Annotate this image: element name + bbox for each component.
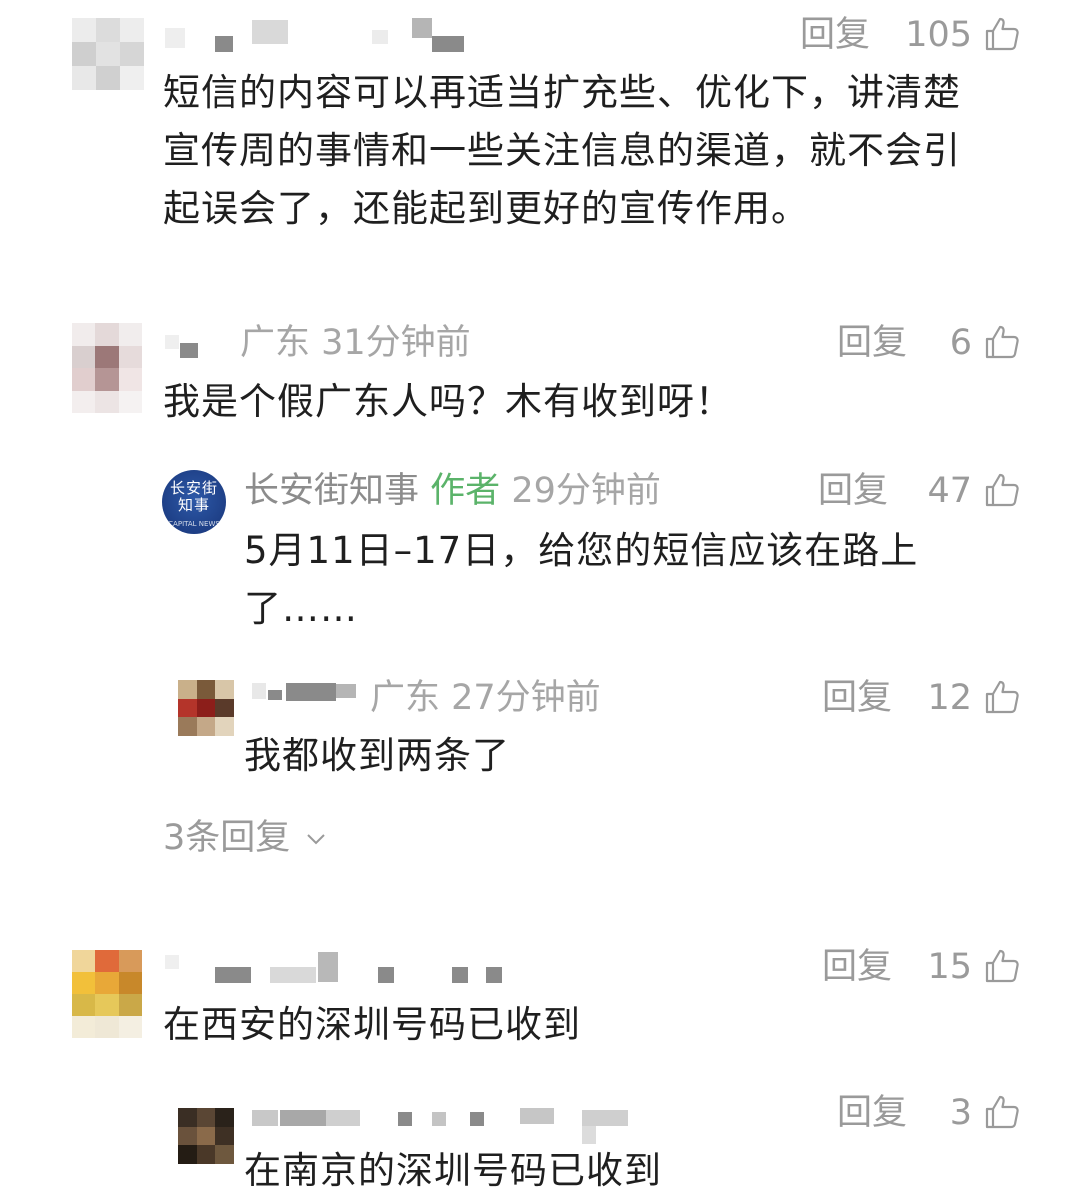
comment-text-line: 我是个假广东人吗？木有收到呀！	[163, 380, 733, 423]
reply-time: 29分钟前	[511, 471, 661, 511]
reply-text: 在南京的深圳号码已收到	[244, 1142, 1024, 1200]
like-count: 6	[949, 323, 972, 363]
comment-meta: 广东 31分钟前	[240, 323, 471, 363]
more-replies-label: 3条回复	[163, 818, 291, 858]
reply-meta: 长安街知事 作者 29分钟前	[244, 471, 661, 511]
comment-text-line: 宣传周的事情和一些关注信息的渠道，就不会引	[163, 129, 961, 172]
avatar-text: CAPITAL NEWS	[168, 520, 220, 528]
reply-button[interactable]: 回复	[837, 1093, 907, 1133]
thumbs-up-icon[interactable]	[984, 472, 1020, 508]
comment-text-line: 在西安的深圳号码已收到	[163, 1003, 581, 1046]
like-count: 15	[927, 947, 972, 987]
avatar-text: 长安街	[169, 479, 218, 497]
reply-text-line: 了……	[244, 587, 358, 630]
reply-text-line: 5月11日–17日，给您的短信应该在路上	[244, 529, 919, 572]
comment-text-line: 短信的内容可以再适当扩充些、优化下，讲清楚	[163, 71, 961, 114]
thumbs-up-icon[interactable]	[984, 679, 1020, 715]
thumbs-up-icon[interactable]	[984, 324, 1020, 360]
avatar[interactable]	[72, 950, 142, 1038]
chevron-down-icon	[307, 834, 326, 845]
comment-text: 短信的内容可以再适当扩充些、优化下，讲清楚 宣传周的事情和一些关注信息的渠道，就…	[163, 64, 1043, 238]
avatar-text: 知事	[177, 496, 210, 514]
reply-text-line: 在南京的深圳号码已收到	[244, 1149, 662, 1192]
reply-button[interactable]: 回复	[800, 15, 870, 55]
comment-text: 在西安的深圳号码已收到	[163, 996, 1043, 1054]
author-badge: 作者	[430, 471, 501, 511]
comment-text-line: 起误会了，还能起到更好的宣传作用。	[163, 187, 809, 230]
reply-button[interactable]: 回复	[837, 323, 907, 363]
thumbs-up-icon[interactable]	[984, 1094, 1020, 1130]
reply-button[interactable]: 回复	[818, 471, 888, 511]
comment-text: 我是个假广东人吗？木有收到呀！	[163, 373, 1043, 431]
like-count: 47	[927, 471, 972, 511]
comment-meta: 广东 27分钟前	[370, 678, 601, 718]
avatar[interactable]	[72, 18, 144, 90]
like-count: 12	[927, 678, 972, 718]
avatar[interactable]	[72, 323, 142, 413]
more-replies-link[interactable]: 3条回复	[163, 818, 327, 858]
reply-text-line: 我都收到两条了	[244, 734, 510, 777]
avatar[interactable]	[178, 1108, 234, 1164]
reply-text: 我都收到两条了	[244, 727, 1024, 785]
like-count: 105	[905, 15, 972, 55]
reply-button[interactable]: 回复	[822, 678, 892, 718]
avatar[interactable]	[178, 680, 234, 736]
reply-text: 5月11日–17日，给您的短信应该在路上 了……	[244, 522, 1024, 638]
author-avatar[interactable]: 长安街 知事 CAPITAL NEWS	[162, 470, 226, 534]
reply-button[interactable]: 回复	[822, 947, 892, 987]
author-name[interactable]: 长安街知事	[244, 471, 419, 511]
thumbs-up-icon[interactable]	[984, 948, 1020, 984]
thumbs-up-icon[interactable]	[984, 16, 1020, 52]
like-count: 3	[949, 1093, 972, 1133]
